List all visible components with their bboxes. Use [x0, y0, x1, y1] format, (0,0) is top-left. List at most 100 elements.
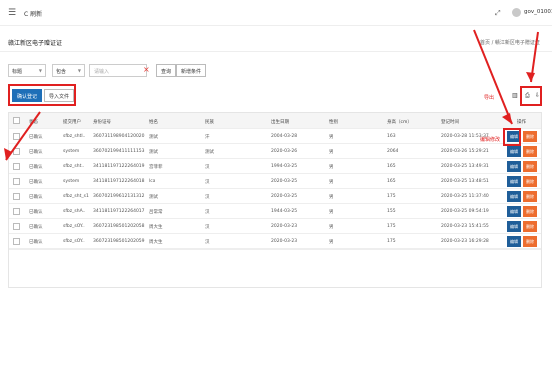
cell-ethnic: 汉 [205, 225, 210, 230]
cell-height: 165 [387, 179, 396, 184]
edit-hint: 编辑修改 [480, 137, 501, 143]
table-row[interactable]: 已确认 system 360702199411111153 测试 测试 2020… [9, 144, 541, 159]
row-checkbox[interactable] [13, 163, 20, 170]
cell-name: 测试 [149, 195, 158, 200]
menu-icon[interactable]: ☰ [8, 8, 16, 18]
search-placeholder: 请输入 [94, 69, 110, 75]
table-row[interactable]: 已确认 sfbz_sht_s1 360702199612131312 测试 汉 … [9, 189, 541, 204]
col-header: 出生日期 [271, 120, 289, 125]
column-icon[interactable]: ▥ [512, 92, 518, 99]
operator-select-value: 包含 [56, 69, 67, 75]
cell-id: 341181197122264017 [93, 209, 145, 214]
cell-birth: 1944-03-25 [271, 209, 298, 214]
cell-birth: 2004-03-28 [271, 134, 298, 139]
cell-time: 2020-03-25 13:49:31 [441, 164, 489, 169]
cell-status: 已确认 [29, 150, 43, 155]
cell-height: 175 [387, 224, 396, 229]
delete-button[interactable]: 删除 [523, 146, 537, 157]
cell-status: 已确认 [29, 135, 43, 140]
delete-button[interactable]: 删除 [523, 161, 537, 172]
table-footer [9, 249, 541, 287]
edit-button[interactable]: 编辑 [507, 221, 521, 232]
field-select-value: 标题 [12, 69, 23, 75]
cell-time: 2020-03-25 13:48:51 [441, 179, 489, 184]
edit-button[interactable]: 编辑 [507, 236, 521, 247]
table-row[interactable]: 已确认 sfbz_sht.. 341181197122264019 宫菲菲 汉 … [9, 159, 541, 174]
table-row[interactable]: 已确认 sfbz_sOY.. 360723198501202059 周大生 汉 … [9, 234, 541, 249]
edit-button[interactable]: 编辑 [507, 206, 521, 217]
delete-button[interactable]: 删除 [523, 236, 537, 247]
table-row[interactable]: 已确认 sfbz_shtl.. 360731198904120020 测试 汗 … [9, 129, 541, 144]
row-checkbox[interactable] [13, 148, 20, 155]
export-hint: 导出 [484, 95, 495, 101]
breadcrumb[interactable]: 首页 / 赣江新区电子赠证证 [480, 39, 540, 46]
cell-gender: 男 [329, 210, 334, 215]
cell-ethnic: 汉 [205, 240, 210, 245]
cell-ethnic: 汉 [205, 210, 210, 215]
operator-select[interactable]: 包含 ▼ [52, 64, 85, 77]
edit-button[interactable]: 编辑 [507, 161, 521, 172]
field-select[interactable]: 标题 ▼ [8, 64, 46, 77]
expand-icon[interactable]: ⤢ [495, 9, 501, 18]
col-header: 性别 [329, 120, 338, 125]
row-checkbox[interactable] [13, 133, 20, 140]
delete-button[interactable]: 删除 [523, 221, 537, 232]
row-checkbox[interactable] [13, 208, 20, 215]
edit-button[interactable]: 编辑 [507, 146, 521, 157]
query-button[interactable]: 查询 [156, 64, 177, 77]
cell-gender: 男 [329, 240, 334, 245]
table-row[interactable]: 已确认 sfbz_sOY.. 360723198501202058 周大生 汉 … [9, 219, 541, 234]
cell-user: sfbz_sOY.. [63, 224, 85, 229]
cell-ethnic: 汉 [205, 180, 210, 185]
cell-status: 已确认 [29, 180, 43, 185]
cell-ethnic: 汉 [205, 195, 210, 200]
confirm-register-button[interactable]: 确认登记 [12, 89, 43, 102]
cell-user: sfbz_shtl.. [63, 134, 86, 139]
col-header: 操作 [517, 120, 526, 125]
cell-time: 2020-03-25 09:54:19 [441, 209, 489, 214]
export-icon[interactable]: ⇩ [535, 92, 540, 99]
cell-ethnic: 汉 [205, 165, 210, 170]
import-file-button[interactable]: 导入文件 [44, 89, 75, 102]
add-condition-button[interactable]: 新增条件 [176, 64, 207, 77]
user-name[interactable]: gov_01001 [524, 9, 552, 15]
select-all-checkbox[interactable] [13, 117, 20, 124]
cell-id: 341181197122264019 [93, 164, 145, 169]
col-header: 民族 [205, 120, 214, 125]
refresh-button[interactable]: C 刷新 [24, 9, 42, 18]
cell-height: 2064 [387, 149, 399, 154]
delete-button[interactable]: 删除 [523, 176, 537, 187]
delete-button[interactable]: 删除 [523, 191, 537, 202]
table-row[interactable]: 已确认 system 341181197122264018 lca 汉 2020… [9, 174, 541, 189]
delete-button[interactable]: 删除 [523, 206, 537, 217]
delete-button[interactable]: 删除 [523, 131, 537, 142]
cell-status: 已确认 [29, 225, 43, 230]
clear-icon[interactable]: × [143, 65, 150, 74]
col-header: 身高（cm） [387, 120, 412, 125]
cell-status: 已确认 [29, 240, 43, 245]
cell-user: sfbz_sht_s1 [63, 194, 89, 199]
cell-height: 163 [387, 134, 396, 139]
row-checkbox[interactable] [13, 223, 20, 230]
cell-ethnic: 测试 [205, 150, 214, 155]
col-header: 姓名 [149, 120, 158, 125]
cell-birth: 2020-03-23 [271, 239, 298, 244]
edit-button[interactable]: 编辑 [507, 191, 521, 202]
cell-gender: 男 [329, 150, 334, 155]
title-bar: 赣江新区电子赠证证 首页 / 赣江新区电子赠证证 [0, 32, 552, 52]
cell-id: 341181197122264018 [93, 179, 145, 184]
page-title: 赣江新区电子赠证证 [8, 40, 63, 47]
cell-height: 175 [387, 194, 396, 199]
cell-height: 155 [387, 209, 396, 214]
row-checkbox[interactable] [13, 238, 20, 245]
table-row[interactable]: 已确认 sfbz_shA.. 341181197122264017 吕常常 汉 … [9, 204, 541, 219]
cell-name: 测试 [149, 135, 158, 140]
cell-gender: 男 [329, 225, 334, 230]
row-checkbox[interactable] [13, 178, 20, 185]
cell-status: 已确认 [29, 165, 43, 170]
edit-button[interactable]: 编辑 [507, 176, 521, 187]
avatar[interactable] [512, 8, 521, 17]
row-checkbox[interactable] [13, 193, 20, 200]
print-icon[interactable]: ⎙ [525, 92, 530, 100]
search-input[interactable]: 请输入 [89, 64, 147, 77]
